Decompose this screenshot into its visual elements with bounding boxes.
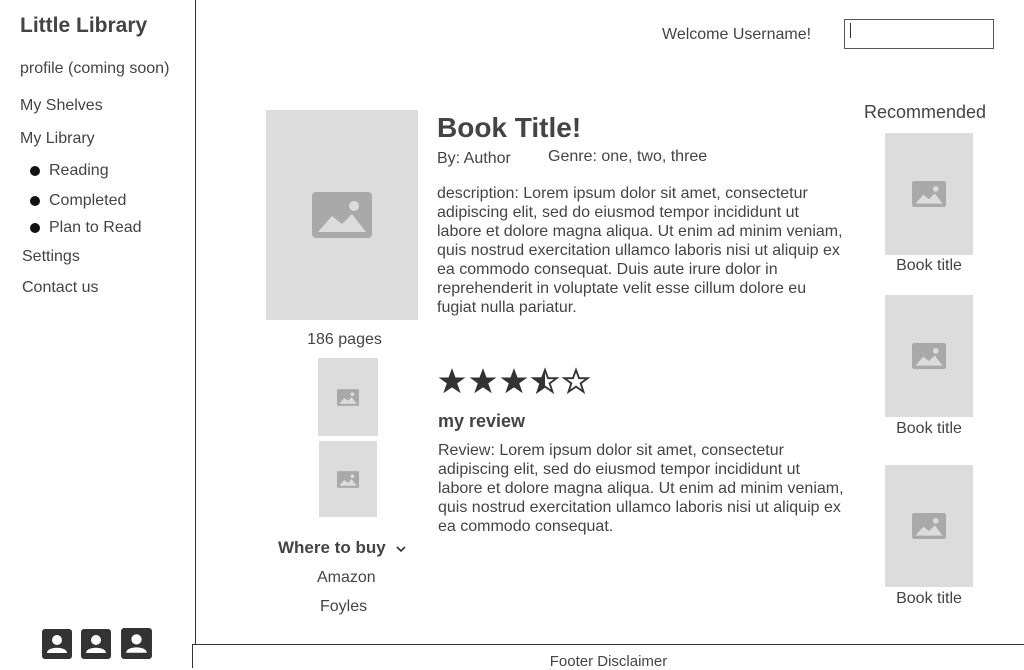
page-count: 186 pages [307, 331, 382, 348]
book-genre: Genre: one, two, three [548, 148, 708, 165]
where-to-buy-label: Where to buy [278, 538, 386, 557]
image-placeholder-icon [912, 343, 946, 369]
sidebar-item-settings[interactable]: Settings [22, 248, 80, 266]
star-full-icon[interactable] [438, 366, 466, 396]
star-half-icon[interactable] [531, 366, 559, 396]
where-to-buy-dropdown[interactable]: Where to buy [278, 538, 406, 558]
image-placeholder-icon [312, 192, 372, 238]
star-full-icon[interactable] [469, 366, 497, 396]
store-link-foyles[interactable]: Foyles [320, 598, 367, 616]
review-text: Review: Lorem ipsum dolor sit amet, cons… [438, 442, 844, 535]
bullet-icon [30, 196, 40, 206]
contact-card-icon[interactable] [41, 628, 73, 660]
recommended-heading: Recommended [864, 102, 987, 122]
sidebar-item-label: Plan to Read [49, 219, 142, 236]
sidebar-item-label: Completed [49, 192, 127, 209]
sidebar-item-contact-us[interactable]: Contact us [22, 279, 98, 297]
book-thumbnail-2[interactable] [319, 441, 377, 517]
bullet-icon [30, 166, 40, 176]
sidebar-item-my-library[interactable]: My Library [20, 130, 95, 148]
footer-disclaimer: Footer Disclaimer [192, 644, 1024, 670]
star-rating[interactable] [438, 366, 593, 396]
welcome-message: Welcome Username! [662, 26, 812, 43]
recommended-book-title[interactable]: Book title [885, 590, 973, 608]
book-author[interactable]: By: Author [437, 150, 511, 168]
chevron-down-icon [396, 538, 406, 558]
contact-card-icon[interactable] [80, 628, 112, 660]
image-placeholder-icon [912, 513, 946, 539]
text-caret [850, 23, 851, 38]
image-placeholder-icon [337, 389, 359, 406]
recommended-book-cover[interactable] [885, 295, 973, 417]
recommended-book-title[interactable]: Book title [885, 257, 973, 275]
book-description: description: Lorem ipsum dolor sit amet,… [437, 185, 843, 316]
sidebar: Little Library profile (coming soon) My … [0, 0, 196, 668]
review-heading: my review [438, 411, 526, 431]
image-placeholder-icon [912, 181, 946, 207]
sidebar-item-plan-to-read[interactable]: Plan to Read [30, 219, 142, 237]
sidebar-item-profile[interactable]: profile (coming soon) [20, 60, 169, 78]
recommended-book-cover[interactable] [885, 465, 973, 587]
image-placeholder-icon [337, 471, 359, 488]
search-input[interactable] [844, 19, 994, 49]
sidebar-item-completed[interactable]: Completed [30, 192, 126, 210]
contact-card-icon[interactable] [120, 627, 152, 659]
sidebar-item-reading[interactable]: Reading [30, 162, 109, 180]
book-title: Book Title! [437, 112, 582, 143]
bullet-icon [30, 223, 40, 233]
book-cover-image [266, 110, 418, 320]
star-empty-icon[interactable] [562, 366, 590, 396]
app-title[interactable]: Little Library [20, 14, 147, 38]
sidebar-item-label: Reading [49, 162, 109, 179]
recommended-book-cover[interactable] [885, 133, 973, 255]
star-full-icon[interactable] [500, 366, 528, 396]
recommended-book-title[interactable]: Book title [885, 420, 973, 438]
store-link-amazon[interactable]: Amazon [317, 569, 376, 587]
sidebar-item-my-shelves[interactable]: My Shelves [20, 97, 103, 115]
book-thumbnail-1[interactable] [318, 358, 378, 436]
